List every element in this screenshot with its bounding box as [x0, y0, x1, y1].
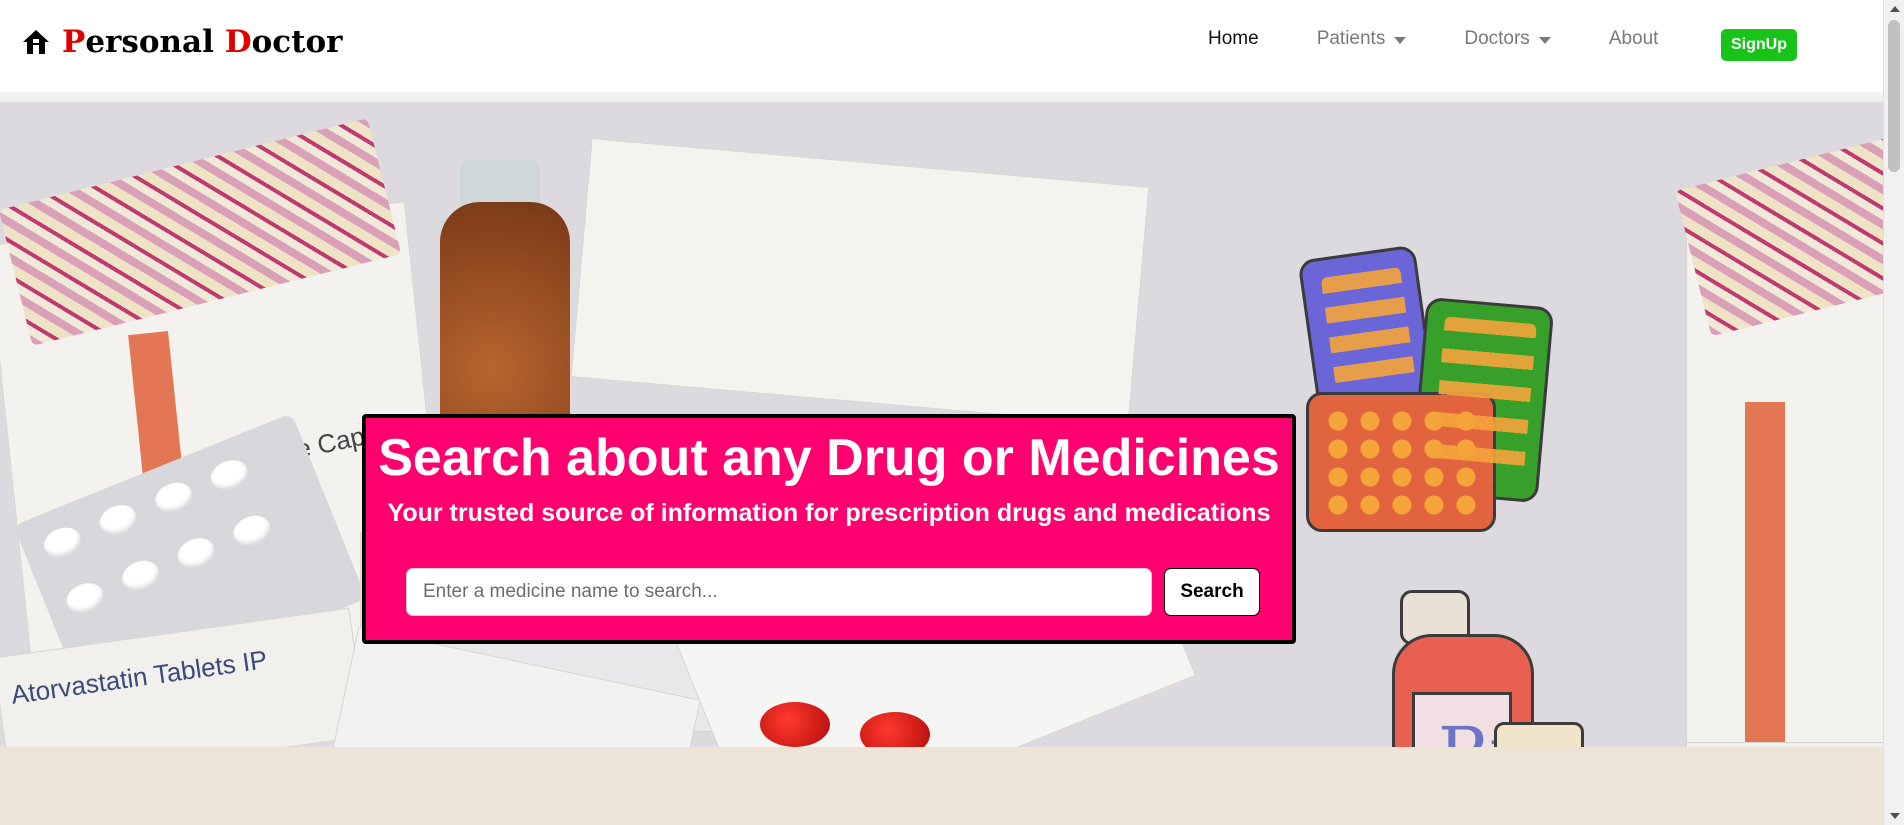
navbar: Personal Doctor Home Patients Doctors Ab… — [0, 0, 1883, 92]
chevron-down-icon — [1538, 36, 1551, 44]
search-form: Search — [406, 568, 1260, 616]
scroll-up-icon[interactable] — [1890, 6, 1900, 12]
hero-subtitle: Your trusted source of information for p… — [387, 499, 1271, 527]
brand-logo[interactable]: Personal Doctor — [22, 24, 342, 60]
scroll-down-icon[interactable] — [1890, 813, 1900, 819]
signup-button[interactable]: SignUp — [1721, 29, 1797, 61]
chevron-down-icon — [1394, 36, 1407, 44]
scrollbar-thumb[interactable] — [1888, 20, 1900, 172]
nav-doctors-dropdown[interactable]: Doctors — [1464, 28, 1551, 50]
nav-patients-dropdown[interactable]: Patients — [1317, 28, 1407, 50]
brand-text-octor: octor — [251, 24, 343, 60]
medicine-search-input[interactable] — [406, 568, 1152, 616]
nav-home-link[interactable]: Home — [1208, 28, 1259, 50]
hero-banner: Omeprazole Capsu Atorvastatin Tablets IP — [0, 102, 1883, 747]
nav-doctors-label: Doctors — [1464, 28, 1530, 49]
nav-home-label: Home — [1208, 28, 1259, 49]
nav-patients-label: Patients — [1316, 28, 1386, 49]
nav-about-label: About — [1608, 28, 1659, 49]
brand-letter-p: P — [62, 24, 86, 60]
page-scrollbar[interactable] — [1883, 0, 1904, 825]
navbar-divider — [0, 92, 1883, 102]
nav-about-link[interactable]: About — [1609, 28, 1659, 50]
brand-text-personal: ersonal — [85, 24, 225, 60]
home-icon — [23, 30, 49, 54]
search-card: Search about any Drug or Medicines Your … — [362, 414, 1296, 644]
brand-letter-d: D — [224, 24, 252, 60]
hero-title: Search about any Drug or Medicines — [378, 429, 1280, 487]
nav-links: Home Patients Doctors About — [1208, 28, 1658, 50]
content-section-background — [0, 747, 1883, 825]
search-button[interactable]: Search — [1164, 568, 1260, 616]
page: Personal Doctor Home Patients Doctors Ab… — [0, 0, 1904, 825]
